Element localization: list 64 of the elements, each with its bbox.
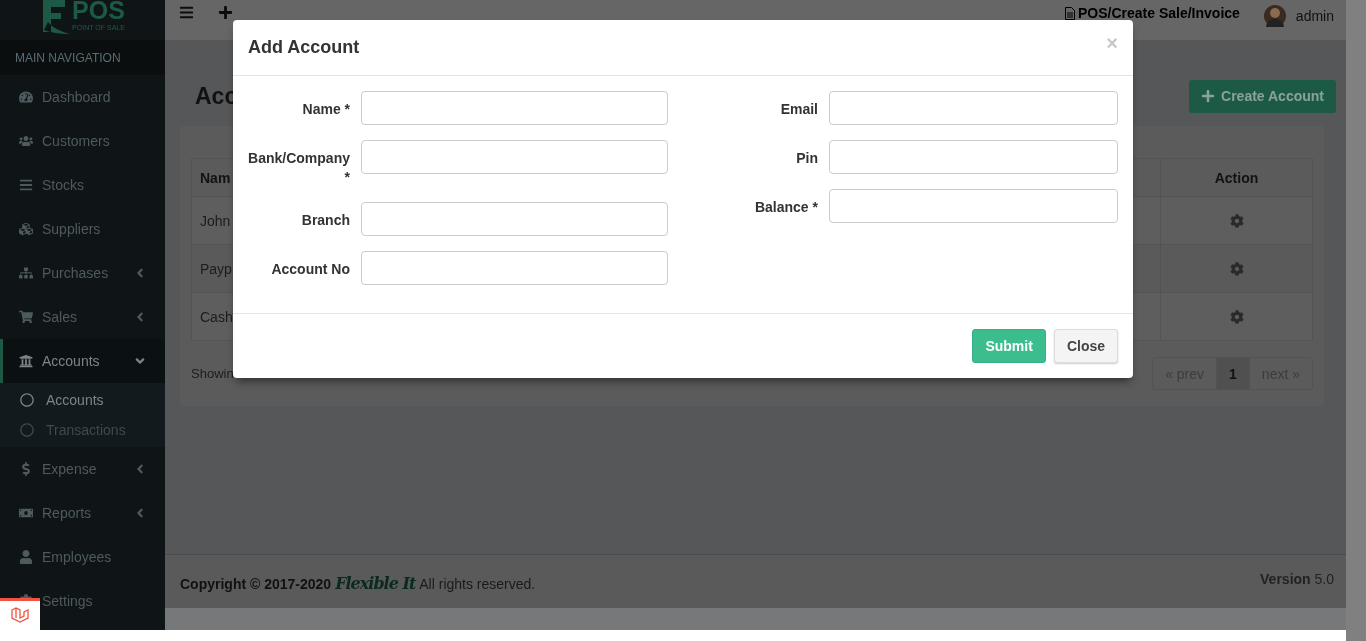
copyright-text: Copyright © 2017-2020 bbox=[180, 575, 332, 592]
users-icon bbox=[18, 134, 34, 148]
nav-item[interactable]: Dashboard bbox=[0, 75, 165, 119]
close-button[interactable]: × bbox=[1106, 32, 1118, 55]
nav-item[interactable]: Stocks bbox=[0, 163, 165, 207]
logo-icon bbox=[40, 0, 71, 36]
field-label: Account No bbox=[270, 260, 350, 279]
nav-item[interactable]: Sales bbox=[0, 295, 165, 339]
field-label: Balance * bbox=[753, 198, 818, 217]
breadcrumb-link[interactable]: POS/Create Sale/Invoice bbox=[1078, 5, 1240, 21]
showing-text: Showin bbox=[191, 366, 234, 381]
table-cell: Cash bbox=[200, 308, 233, 325]
banknote-icon bbox=[18, 506, 34, 520]
nav-item[interactable]: Accounts bbox=[0, 339, 165, 383]
list-icon bbox=[18, 178, 34, 192]
version-text: Version 5.0 bbox=[1260, 571, 1334, 587]
field-label: Pin bbox=[795, 149, 818, 168]
submenu-item[interactable]: Accounts bbox=[0, 385, 165, 415]
field-label: Name * bbox=[301, 100, 350, 119]
document-icon bbox=[1065, 6, 1075, 20]
field-label: Bank/Company * bbox=[248, 149, 350, 187]
input-field[interactable] bbox=[361, 140, 668, 174]
create-account-button[interactable]: Create Account bbox=[1189, 79, 1336, 113]
logo-text: POS bbox=[72, 0, 125, 24]
company-logo: Flexible It bbox=[335, 574, 416, 593]
input-field[interactable] bbox=[829, 189, 1118, 223]
input-field[interactable] bbox=[829, 140, 1118, 174]
bank-icon bbox=[18, 354, 34, 368]
input-field[interactable] bbox=[361, 251, 668, 285]
avatar-icon[interactable] bbox=[1263, 5, 1286, 27]
dashboard-icon bbox=[18, 90, 34, 104]
nav-item[interactable]: Employees bbox=[0, 535, 165, 579]
table-cell: John bbox=[200, 212, 231, 229]
close-button[interactable]: Close bbox=[1053, 329, 1118, 363]
field-label: Email bbox=[779, 100, 818, 119]
field-label: Branch bbox=[300, 211, 350, 230]
nav-item[interactable]: Reports bbox=[0, 491, 165, 535]
input-field[interactable] bbox=[361, 91, 668, 125]
input-field[interactable] bbox=[361, 202, 668, 236]
user-icon bbox=[18, 550, 34, 564]
sitemap-icon bbox=[18, 266, 34, 280]
cubes-icon bbox=[18, 222, 34, 236]
nav-header: MAIN NAVIGATION bbox=[0, 40, 165, 75]
nav-item[interactable]: Suppliers bbox=[0, 207, 165, 251]
debug-toast[interactable] bbox=[0, 598, 40, 630]
plus-icon[interactable] bbox=[218, 5, 233, 20]
rights-text: All rights reserved. bbox=[419, 575, 536, 592]
submit-button[interactable]: Submit bbox=[972, 329, 1046, 363]
nav-item[interactable]: Purchases bbox=[0, 251, 165, 295]
dialog-title: Add Account bbox=[248, 37, 360, 58]
column-header: Nam bbox=[200, 169, 231, 186]
input-field[interactable] bbox=[829, 91, 1118, 125]
nav-item[interactable]: Customers bbox=[0, 119, 165, 163]
table-cell: Payp bbox=[200, 260, 232, 277]
cart-icon bbox=[18, 310, 34, 324]
plus-icon bbox=[1201, 89, 1216, 103]
nav-item[interactable]: Expense bbox=[0, 447, 165, 491]
user-name[interactable]: admin bbox=[1295, 8, 1334, 24]
column-header: Action bbox=[1214, 169, 1259, 186]
settings-icon[interactable] bbox=[1229, 213, 1244, 228]
settings-icon[interactable] bbox=[1229, 309, 1244, 324]
menu-icon[interactable] bbox=[179, 5, 194, 20]
page-link[interactable]: 1 bbox=[1216, 358, 1249, 389]
settings-icon[interactable] bbox=[1229, 261, 1244, 276]
